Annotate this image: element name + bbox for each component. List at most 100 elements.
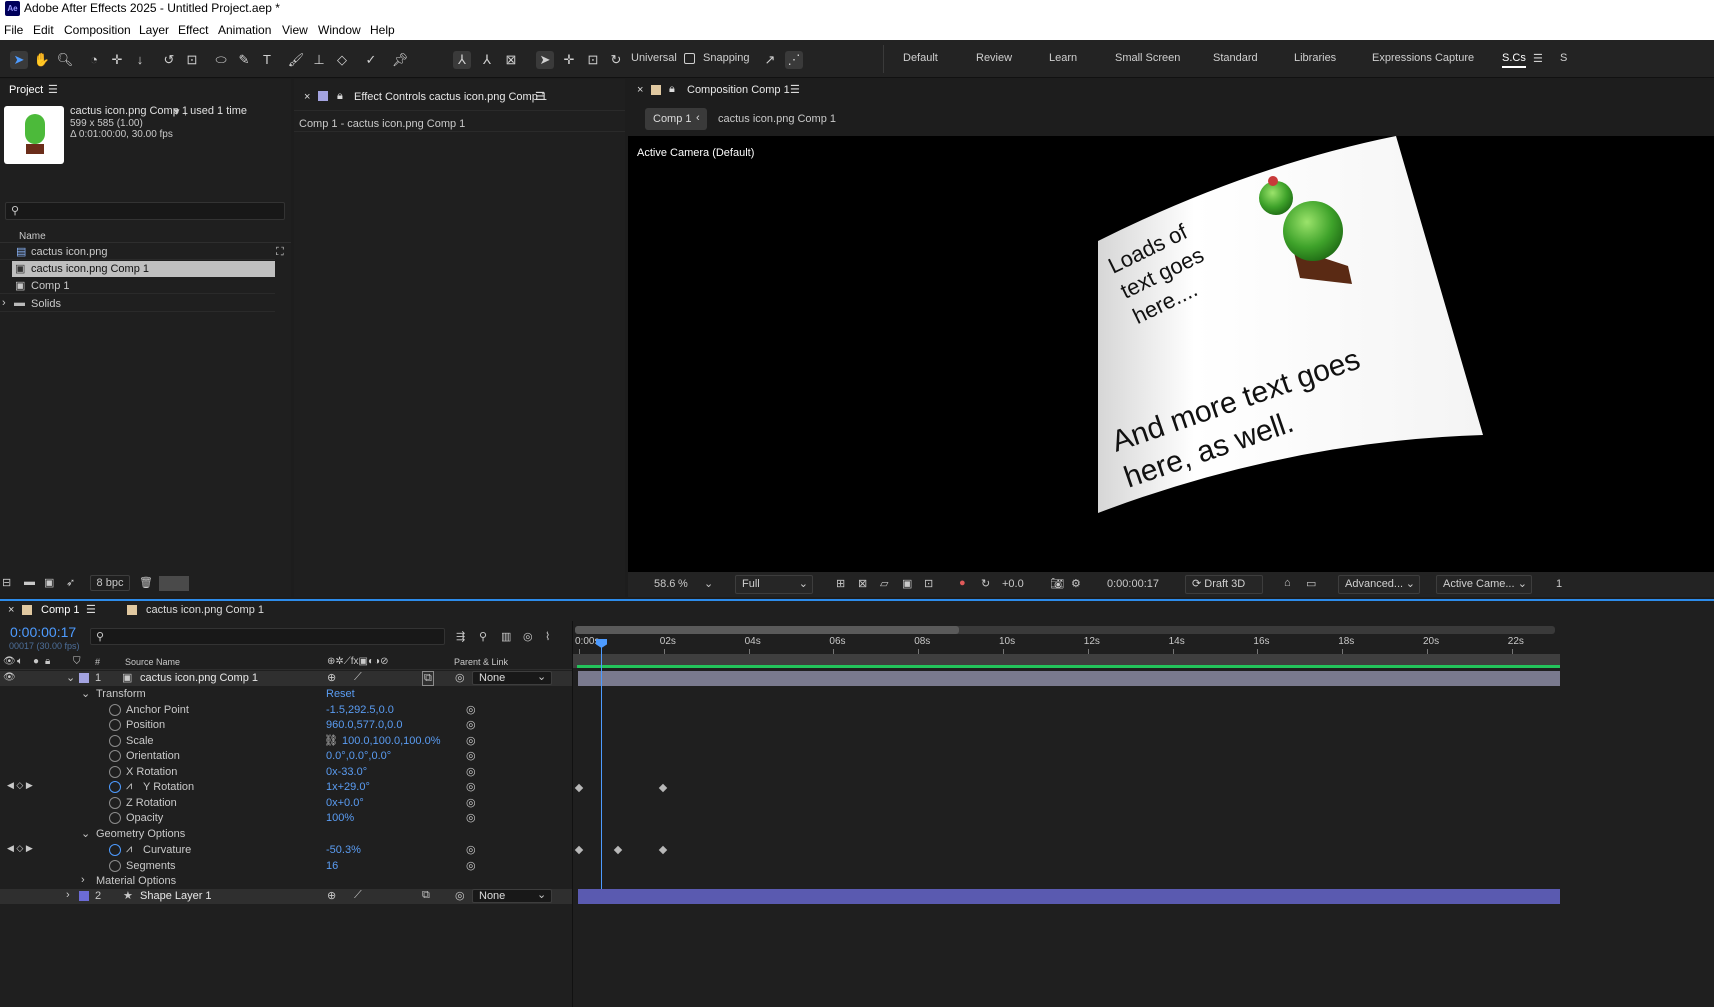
curvature-row[interactable]: ◀ ◇ ▶ ⩘ Curvature -50.3% ◎: [0, 843, 572, 858]
stopwatch-icon[interactable]: [109, 766, 121, 778]
hand-tool-icon[interactable]: ✋: [33, 51, 51, 69]
solo-icon[interactable]: ●: [33, 656, 39, 667]
property-value[interactable]: 0x+0.0°: [326, 797, 364, 809]
quality-icon[interactable]: ⟋: [354, 671, 362, 684]
keyframe-navigator-icon[interactable]: ◀ ◇ ▶: [7, 780, 33, 791]
stopwatch-icon[interactable]: [109, 812, 121, 824]
render-queue-icon[interactable]: ➶: [66, 576, 75, 589]
work-area-bar[interactable]: [575, 626, 1555, 634]
property-row[interactable]: X Rotation 0x-33.0° ◎: [0, 765, 572, 780]
pickwhip-icon[interactable]: ◎: [466, 718, 476, 731]
project-menu-icon[interactable]: ☰: [48, 83, 58, 96]
time-ruler[interactable]: 0:00s 02s 04s 06s 08s 10s 12s 14s 16s 18s 20s 22s: [573, 636, 1560, 654]
work-area-range[interactable]: [575, 626, 959, 634]
eye-icon[interactable]: 👁︎: [3, 656, 16, 667]
shy-icon[interactable]: ▥: [501, 630, 511, 643]
snap-edges-icon[interactable]: ↗: [761, 51, 779, 69]
menu-help[interactable]: Help: [370, 23, 395, 37]
stopwatch-icon[interactable]: [109, 750, 121, 762]
transparency-grid-icon[interactable]: ⊠: [858, 577, 867, 590]
menu-edit[interactable]: Edit: [33, 23, 54, 37]
pan-camera-icon[interactable]: ✛: [108, 51, 126, 69]
lock-icon[interactable]: 🔒︎: [669, 83, 675, 96]
workspace-scs[interactable]: S.Cs: [1502, 52, 1526, 68]
layer-label-color[interactable]: [79, 673, 89, 683]
pickwhip-icon[interactable]: ◎: [466, 703, 476, 716]
panel-menu-icon[interactable]: ☰: [790, 83, 800, 96]
channel-icon[interactable]: ●: [959, 577, 966, 589]
clone-stamp-icon[interactable]: ⊥: [310, 51, 328, 69]
property-row[interactable]: ◀ ◇ ▶ ⩘ Y Rotation 1x+29.0° ◎: [0, 780, 572, 795]
collapse-arrow-icon[interactable]: ⌄: [81, 827, 90, 840]
flowchart-icon[interactable]: ⛶: [276, 246, 284, 259]
zoom-dropdown-icon[interactable]: ⌄: [704, 577, 713, 590]
project-search-input[interactable]: ⚲: [5, 202, 285, 220]
pickwhip-icon[interactable]: ◎: [466, 780, 476, 793]
property-value[interactable]: 0.0°,0.0°,0.0°: [326, 750, 391, 762]
property-value[interactable]: 1x+29.0°: [326, 781, 370, 793]
view-axis-icon[interactable]: ⊠: [502, 51, 520, 69]
property-row[interactable]: Opacity 100% ◎: [0, 811, 572, 826]
view-select[interactable]: Active Came... ⌄: [1436, 575, 1532, 594]
close-icon[interactable]: ×: [637, 84, 643, 96]
expand-arrow-icon[interactable]: ›: [2, 297, 6, 309]
property-row[interactable]: Orientation 0.0°,0.0°,0.0° ◎: [0, 749, 572, 764]
draft-3d-icon[interactable]: ⚲: [479, 630, 487, 643]
collapse-transform-icon[interactable]: ⊕: [327, 671, 336, 684]
frame-blending-icon[interactable]: ◎: [523, 630, 533, 643]
property-value[interactable]: 16: [326, 860, 338, 872]
pickwhip-icon[interactable]: ◎: [466, 811, 476, 824]
rotate-tool-icon[interactable]: ↺: [160, 51, 178, 69]
menu-file[interactable]: File: [4, 23, 23, 37]
stopwatch-icon[interactable]: [109, 735, 121, 747]
zoom-value[interactable]: 58.6: [654, 578, 675, 590]
current-time[interactable]: 0:00:00:17: [10, 624, 76, 640]
pickwhip-icon[interactable]: ◎: [466, 765, 476, 778]
lock-icon[interactable]: 🔒︎: [45, 656, 50, 667]
geometry-options-row[interactable]: ⌄ Geometry Options: [0, 827, 572, 842]
pickwhip-icon[interactable]: ◎: [466, 734, 476, 747]
stopwatch-icon[interactable]: [109, 797, 121, 809]
keyframe-curvature-3[interactable]: [658, 845, 668, 855]
property-row[interactable]: Scale ⛓︎ 100.0,100.0,100.0% ◎: [0, 734, 572, 749]
workspace-libraries[interactable]: Libraries: [1294, 52, 1336, 64]
graph-editor-icon[interactable]: ⌇: [545, 630, 550, 643]
menu-animation[interactable]: Animation: [218, 23, 271, 37]
views-count[interactable]: 1: [1556, 578, 1562, 590]
parent-select[interactable]: None ⌄: [472, 671, 552, 685]
keyframe-navigator-icon[interactable]: ◀ ◇ ▶: [7, 843, 33, 854]
stopwatch-icon[interactable]: [109, 844, 121, 856]
keyframe-curvature-1[interactable]: [574, 845, 584, 855]
snapshot-icon[interactable]: 📷︎: [1050, 577, 1064, 590]
label-tag-icon[interactable]: ⛉: [73, 656, 81, 667]
workspace-cut[interactable]: S: [1560, 52, 1567, 64]
graph-icon[interactable]: ⩘: [126, 843, 132, 856]
timeline-search-input[interactable]: ⚲: [90, 628, 445, 645]
region-of-interest-icon[interactable]: ▣: [902, 577, 912, 590]
transform-group-row[interactable]: ⌄ Transform Reset: [0, 687, 572, 702]
trash-icon[interactable]: 🗑︎: [139, 576, 153, 589]
snap-points-icon[interactable]: ⋰: [785, 51, 803, 69]
layer-row[interactable]: › 2 ★ Shape Layer 1 ⊕ ⟋ ⧉ ◎ None ⌄: [0, 889, 572, 904]
stopwatch-icon[interactable]: [109, 860, 121, 872]
layer1-bar[interactable]: [578, 671, 1560, 686]
layer-name[interactable]: cactus icon.png Comp 1: [140, 672, 258, 684]
property-row[interactable]: Z Rotation 0x+0.0° ◎: [0, 796, 572, 811]
ellipse-tool-icon[interactable]: ⬭: [212, 51, 230, 69]
3d-view-icon[interactable]: ▭: [1306, 577, 1316, 590]
property-value[interactable]: 960.0,577.0,0.0: [326, 719, 402, 731]
workspace-menu-icon[interactable]: ☰: [1533, 52, 1543, 65]
property-value[interactable]: 100.0,100.0,100.0%: [342, 735, 440, 747]
project-item-row[interactable]: ▤ cactus icon.png: [0, 244, 275, 260]
stopwatch-icon[interactable]: [109, 719, 121, 731]
brush-tool-icon[interactable]: 🖌︎: [287, 51, 305, 69]
timeline-tab-subcomp[interactable]: cactus icon.png Comp 1: [146, 604, 264, 616]
selection-tool-icon[interactable]: ➤: [10, 51, 28, 69]
workspace-default[interactable]: Default: [903, 52, 938, 64]
workspace-standard[interactable]: Standard: [1213, 52, 1258, 64]
new-comp-icon[interactable]: ▣: [44, 576, 54, 589]
scale-gizmo-icon[interactable]: ⊡: [584, 51, 602, 69]
new-folder-icon[interactable]: ▬: [24, 576, 35, 588]
panel-menu-icon[interactable]: ☰: [535, 90, 545, 103]
parent-select[interactable]: None ⌄: [472, 889, 552, 903]
